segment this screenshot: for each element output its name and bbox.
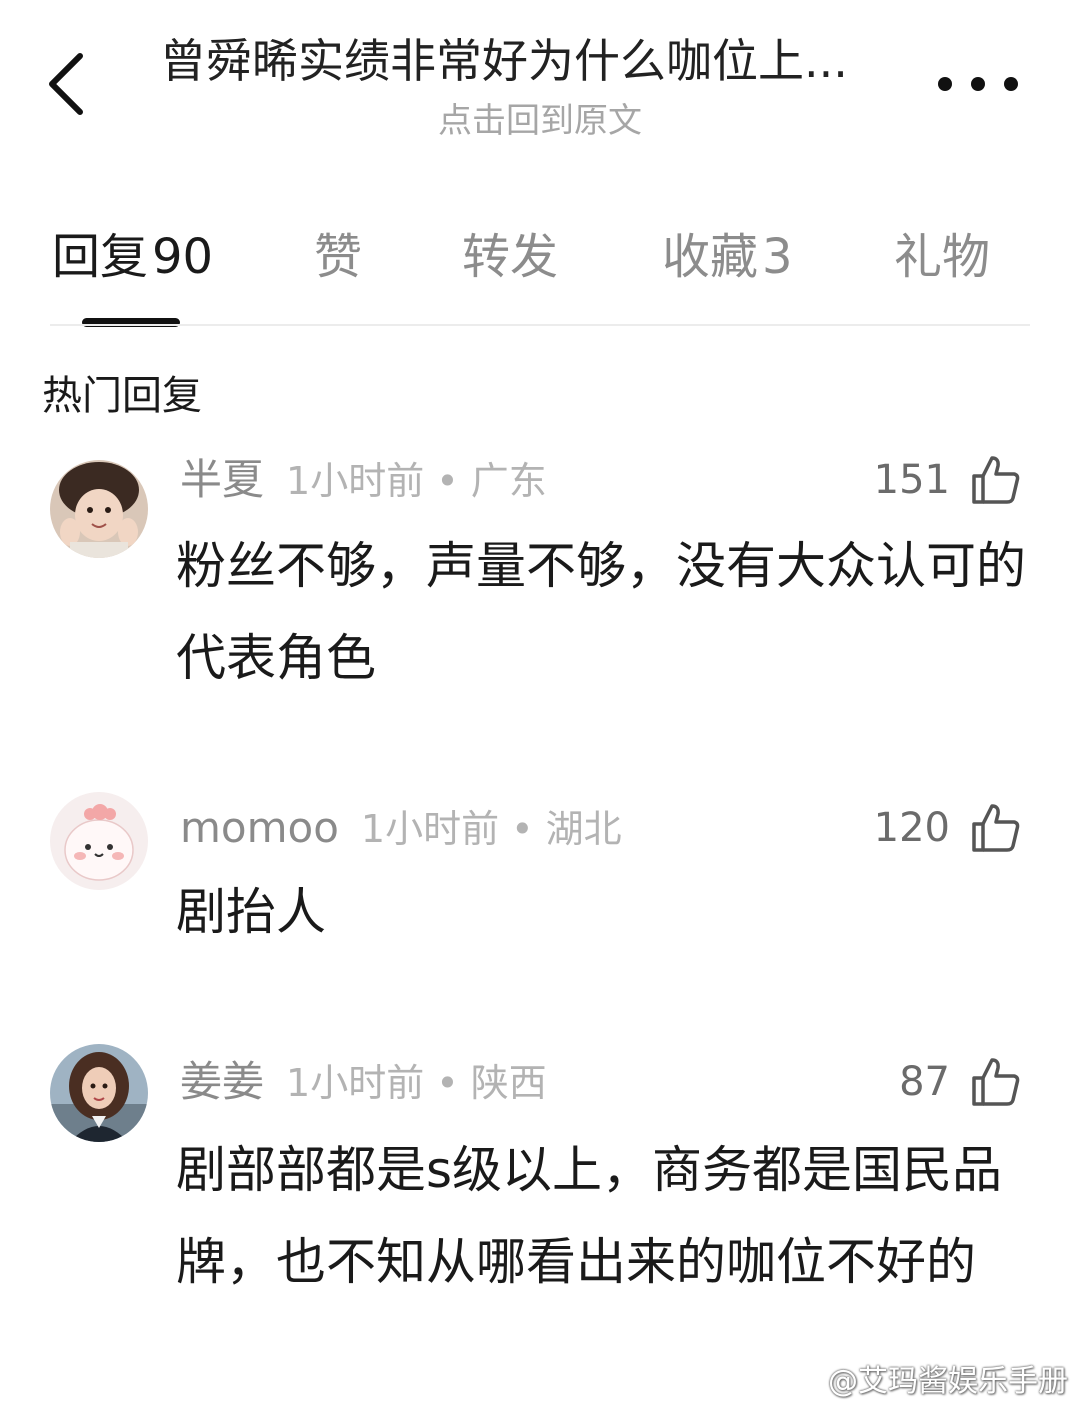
like-button[interactable]: 120	[874, 798, 1022, 858]
tab-reposts[interactable]: 转发	[462, 222, 558, 292]
tab-label: 赞	[314, 229, 363, 285]
tab-label: 礼物	[894, 229, 991, 285]
avatar[interactable]	[50, 1044, 148, 1142]
tab-count: 3	[762, 229, 793, 285]
tab-gifts[interactable]: 礼物	[894, 222, 990, 292]
tab-replies[interactable]: 回复90	[52, 222, 213, 292]
time-location: 1小时前 • 湖北	[360, 807, 622, 851]
tab-label: 回复	[52, 229, 149, 285]
user-avatar-image	[50, 460, 148, 558]
more-dot-icon	[971, 77, 985, 91]
comment-meta: momoo 1小时前 • 湖北	[180, 798, 622, 859]
comment-meta: 半夏 1小时前 • 广东	[180, 450, 547, 511]
username[interactable]: 姜姜	[180, 1057, 264, 1106]
thumbs-up-icon	[970, 454, 1022, 506]
tab-bar: 回复90 赞 转发 收藏3 礼物	[0, 222, 1080, 302]
username[interactable]: momoo	[180, 803, 339, 852]
more-options-button[interactable]	[938, 64, 1018, 104]
tab-divider	[50, 324, 1030, 326]
thumbs-up-icon	[970, 802, 1022, 854]
avatar[interactable]	[50, 792, 148, 890]
more-dot-icon	[938, 77, 952, 91]
like-count: 151	[873, 457, 950, 503]
tab-label: 转发	[462, 229, 559, 285]
tab-favorites[interactable]: 收藏3	[662, 222, 793, 292]
thumbs-up-icon	[970, 1056, 1022, 1108]
tab-count: 90	[152, 229, 214, 285]
comment-item: 半夏 1小时前 • 广东 151 粉丝不够，声量不够，没有大众认可的代表角色	[0, 450, 1080, 730]
comment-item: 姜姜 1小时前 • 陕西 87 剧部部都是s级以上，商务都是国民品牌，也不知从哪看…	[0, 1044, 1080, 1392]
avatar[interactable]	[50, 460, 148, 558]
time-location: 1小时前 • 陕西	[286, 1061, 547, 1105]
like-count: 120	[873, 805, 950, 851]
user-avatar-image	[50, 1044, 148, 1142]
comment-meta: 姜姜 1小时前 • 陕西	[180, 1052, 547, 1113]
like-button[interactable]: 87	[899, 1052, 1022, 1112]
top-bar: 曾舜晞实绩非常好为什么咖位上... 点击回到原文	[0, 0, 1080, 170]
watermark-text: @艾玛酱娱乐手册	[828, 1364, 1068, 1399]
comment-content: 粉丝不够，声量不够，没有大众认可的代表角色	[176, 537, 1026, 687]
comment-content: 剧抬人	[176, 883, 326, 941]
username[interactable]: 半夏	[180, 455, 264, 504]
comment-item: momoo 1小时前 • 湖北 120 剧抬人	[0, 792, 1080, 968]
like-count: 87	[899, 1059, 950, 1105]
section-title: 热门回复	[42, 373, 202, 419]
time-location: 1小时前 • 广东	[286, 459, 547, 503]
post-title[interactable]: 曾舜晞实绩非常好为什么咖位上...	[160, 30, 900, 92]
tab-likes[interactable]: 赞	[314, 222, 362, 292]
more-dot-icon	[1004, 77, 1018, 91]
comment-content: 剧部部都是s级以上，商务都是国民品牌，也不知从哪看出来的咖位不好的	[176, 1141, 1003, 1291]
user-avatar-image	[50, 792, 148, 890]
like-button[interactable]: 151	[874, 450, 1022, 510]
watermark: @艾玛酱娱乐手册	[784, 1356, 1068, 1400]
weibo-logo-icon	[784, 1365, 821, 1395]
back-to-original-link[interactable]: 点击回到原文	[0, 98, 1080, 144]
tab-label: 收藏	[662, 229, 759, 285]
